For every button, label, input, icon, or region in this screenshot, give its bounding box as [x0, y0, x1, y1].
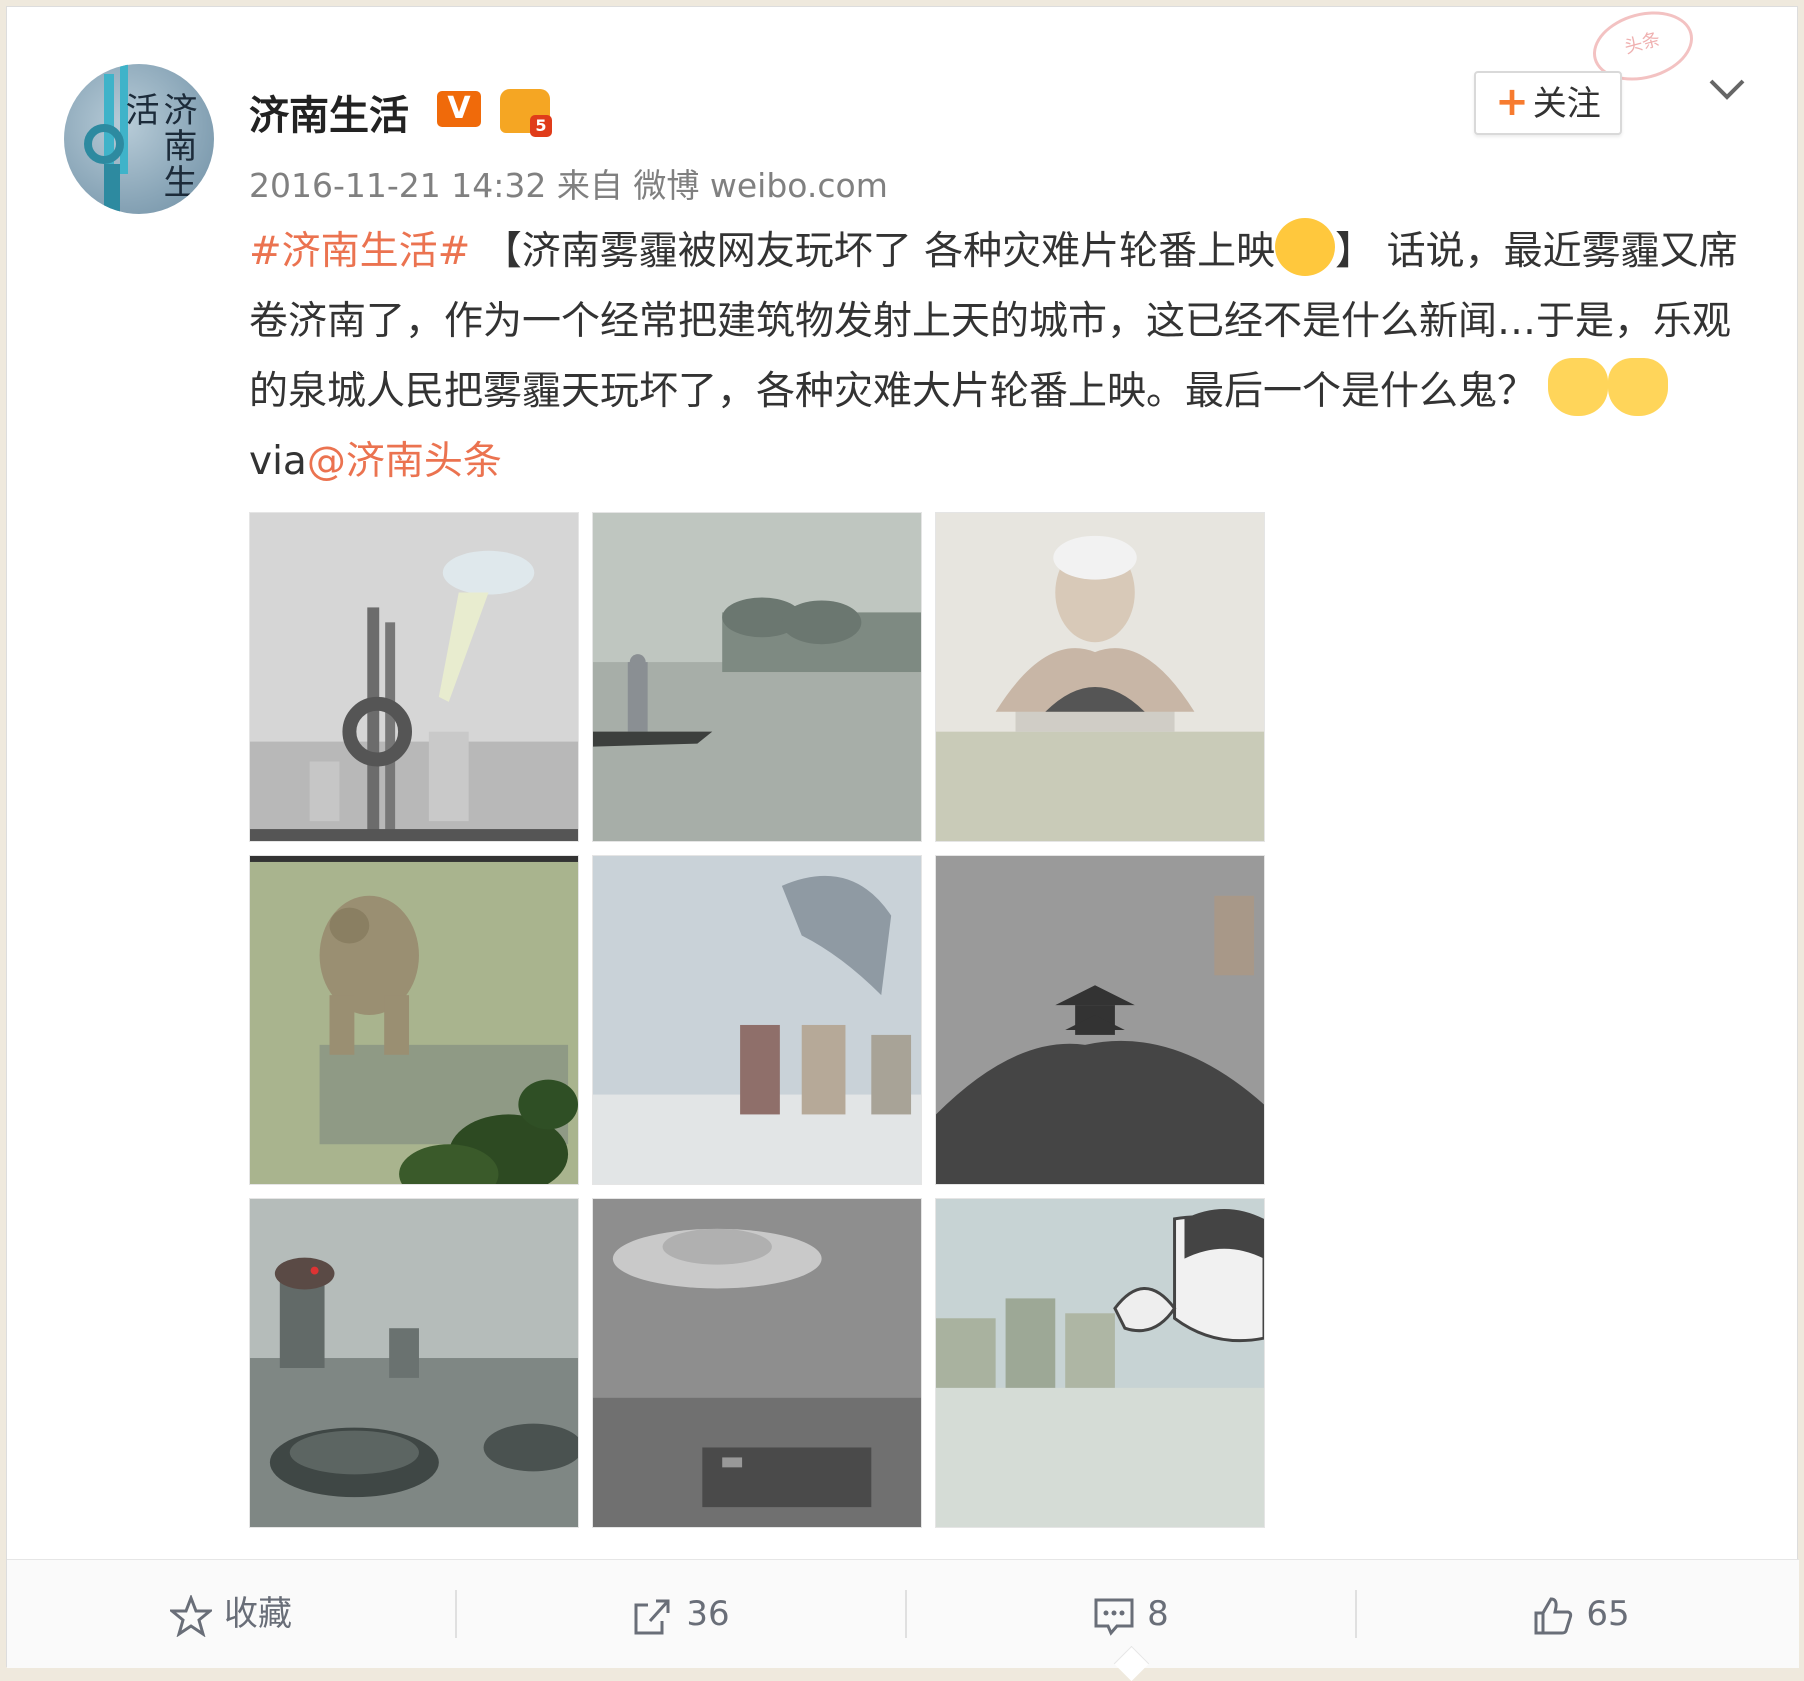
star-icon — [170, 1594, 212, 1637]
avatar[interactable]: 济南生活 — [64, 64, 214, 214]
photo-giant-green[interactable] — [249, 855, 579, 1185]
via-text: via — [249, 439, 307, 484]
like-count: 65 — [1586, 1594, 1630, 1634]
comment-count: 8 — [1147, 1594, 1169, 1634]
repost-count: 36 — [686, 1594, 730, 1634]
avatar-calligraphy: 济南生活 — [119, 92, 197, 200]
photo-boat-lake[interactable] — [592, 512, 922, 842]
username[interactable]: 济南生活 — [249, 83, 409, 141]
laugh-cry-emoji-icon — [1275, 218, 1336, 276]
favorite-button[interactable]: 收藏 — [7, 1560, 455, 1668]
favorite-label: 收藏 — [224, 1594, 292, 1634]
follow-button[interactable]: + 关注 — [1474, 71, 1622, 135]
comment-icon — [1094, 1598, 1134, 1636]
photo-facepalm-city[interactable] — [935, 1198, 1265, 1528]
mention-link[interactable]: @济南头条 — [307, 439, 502, 484]
doge-cat-emoji-icon — [1548, 358, 1609, 416]
share-icon — [634, 1599, 670, 1634]
thumbs-up-icon — [1534, 1596, 1573, 1634]
follow-label: 关注 — [1532, 84, 1601, 124]
chevron-down-icon[interactable] — [1707, 77, 1747, 101]
photo-monster-stadium[interactable] — [249, 1198, 579, 1528]
post-text: #济南生活# 【济南雾霾被网友玩坏了 各种灾难片轮番上映】 话说，最近雾霾又席卷… — [249, 217, 1749, 497]
photo-pavilion-hill[interactable] — [935, 855, 1265, 1185]
weibo-post-card: 头条 济南生活 济南生活 V 5 2016-11-21 14:32 来自 微博 … — [6, 0, 1799, 1681]
like-button[interactable]: 65 — [1357, 1560, 1804, 1668]
plus-icon: + — [1495, 79, 1529, 125]
image-grid — [249, 512, 1269, 1528]
vip-level-badge: 5 — [530, 115, 552, 137]
post-meta: 2016-11-21 14:32 来自 微博 weibo.com — [249, 159, 888, 207]
vip-crown-icon[interactable]: 5 — [500, 89, 552, 137]
post-source: 来自 微博 weibo.com — [556, 166, 888, 205]
headline-text: 【济南雾霾被网友玩坏了 各种灾难片轮番上映 — [482, 229, 1276, 274]
photo-ufo-city[interactable] — [592, 1198, 922, 1528]
photo-dragon-towers[interactable] — [592, 855, 922, 1185]
post-timestamp[interactable]: 2016-11-21 14:32 — [249, 166, 546, 205]
doge-cat-emoji-icon — [1608, 358, 1669, 416]
photo-swimmer-fog[interactable] — [935, 512, 1265, 842]
photo-ufo-monument[interactable] — [249, 512, 579, 842]
hashtag-link[interactable]: #济南生活# — [249, 229, 470, 274]
verified-v-icon[interactable]: V — [437, 91, 481, 127]
headline-close: 】 — [1335, 229, 1375, 274]
action-bar: 收藏 36 8 65 — [7, 1559, 1799, 1668]
repost-button[interactable]: 36 — [457, 1560, 905, 1668]
